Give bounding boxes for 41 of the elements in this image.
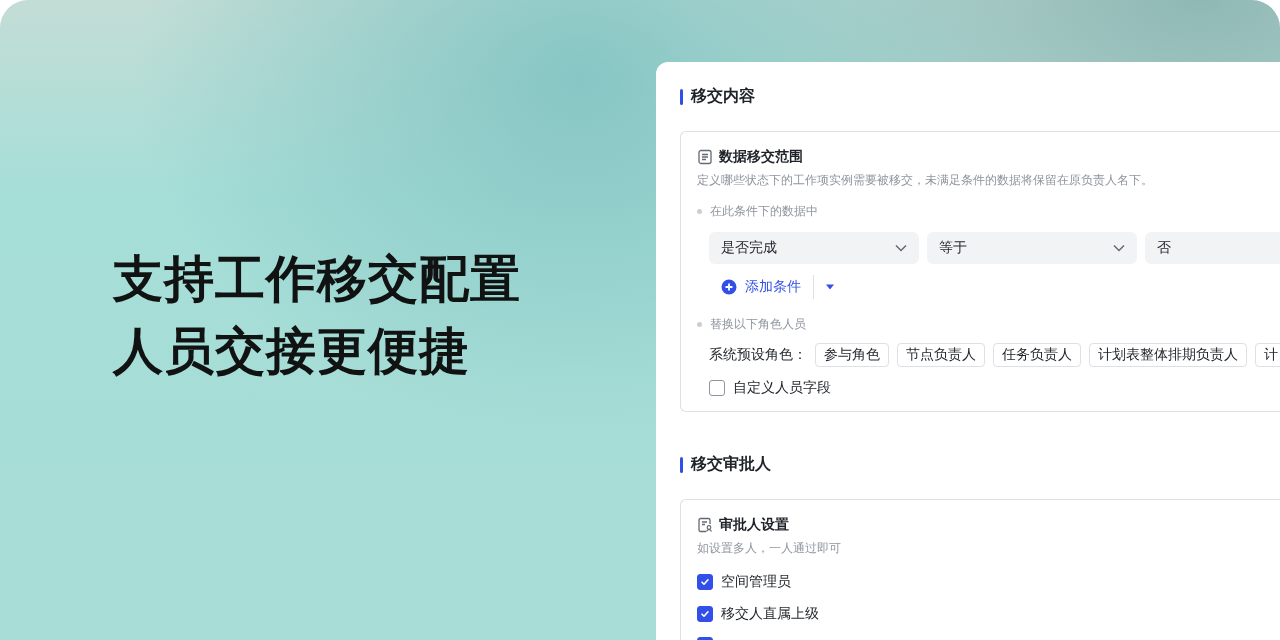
checkbox-label: 空间管理员 (721, 573, 791, 591)
bullet-dot (697, 322, 702, 327)
card-title: 审批人设置 (719, 516, 789, 534)
headline: 支持工作移交配置 (113, 250, 522, 309)
caret-down-icon[interactable] (825, 283, 835, 291)
add-condition-button[interactable]: 添加条件 (721, 275, 814, 299)
section-title: 移交内容 (691, 86, 755, 106)
checkbox[interactable] (709, 380, 725, 396)
select-value: 是否完成 (721, 239, 777, 257)
select-value: 等于 (939, 239, 967, 257)
title-accent-bar (680, 88, 683, 105)
select-field[interactable]: 等于 (927, 232, 1137, 264)
checkbox-label: 移交人直属上级 (721, 605, 819, 623)
card-description: 定义哪些状态下的工作项实例需要被移交，未满足条件的数据将保留在原负责人名下。 (697, 172, 1154, 189)
title-accent-bar (680, 456, 683, 473)
checkmark-icon (700, 577, 710, 587)
checkmark-icon (700, 609, 710, 619)
select-field[interactable]: 是否完成 (709, 232, 919, 264)
role-tag[interactable]: 参与角色 (815, 343, 889, 367)
card-description: 如设置多人，一人通过即可 (697, 540, 842, 557)
bullet-text: 在此条件下的数据中 (710, 203, 818, 220)
document-icon (697, 149, 713, 165)
checkbox[interactable] (697, 574, 713, 590)
checkbox-label: 自定义人员字段 (733, 379, 831, 397)
chevron-down-icon (1113, 244, 1125, 252)
plus-circle-icon (721, 279, 737, 295)
role-tag[interactable]: 计 (1255, 343, 1280, 367)
card-title: 数据移交范围 (719, 148, 803, 166)
role-tag[interactable]: 任务负责人 (993, 343, 1081, 367)
headline: 人员交接更便捷 (113, 322, 471, 381)
role-tag[interactable]: 节点负责人 (897, 343, 985, 367)
role-tag[interactable]: 计划表整体排期负责人 (1089, 343, 1247, 367)
select-value: 否 (1157, 239, 1171, 257)
document-person-icon (697, 517, 713, 533)
select-field[interactable]: 否 (1145, 232, 1280, 264)
chevron-down-icon (895, 244, 907, 252)
bullet-text: 替换以下角色人员 (710, 316, 806, 333)
field-label: 系统预设角色： (709, 346, 807, 364)
bullet-dot (697, 209, 702, 214)
checkbox[interactable] (697, 606, 713, 622)
section-title: 移交审批人 (691, 454, 771, 474)
